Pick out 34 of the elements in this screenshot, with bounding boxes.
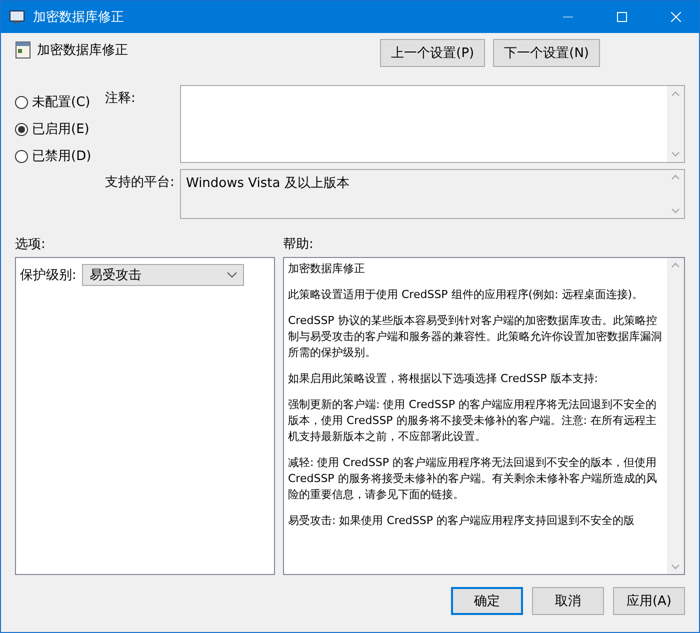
nav-button[interactable]: 下一个设置(N) [493, 39, 600, 67]
platform-label: 支持的平台: [105, 174, 176, 192]
radio-option[interactable]: 已启用(E) [15, 120, 105, 138]
maximize-icon [617, 12, 627, 22]
platform-field: Windows Vista 及以上版本 [180, 169, 685, 219]
comment-field[interactable] [180, 85, 685, 163]
radio-button[interactable] [15, 150, 28, 162]
dialog-button[interactable]: 确定 [451, 587, 523, 615]
dialog-button[interactable]: 应用(A) [613, 587, 685, 615]
options-label: 选项: [15, 236, 46, 254]
radio-button[interactable] [15, 122, 28, 136]
radio-option[interactable]: 已禁用(D) [15, 147, 105, 165]
help-paragraph: 如果启用此策略设置，将根据以下选项选择 CredSSP 版本支持: [288, 371, 600, 387]
chevron-icon [227, 272, 238, 278]
help-paragraph: 强制更新的客户端: 使用 CredSSP 的客户端应用程序将无法回退到不安全的版本，使用 CredSSP 的服务将不接受未修补的客户端。注意: 在所有远程主机支持最新版本之前，不应部署此设置。 [288, 397, 658, 445]
protection-level-dropdown[interactable]: 易受攻击 [82, 264, 244, 286]
scrollbar[interactable] [667, 86, 684, 162]
window-title: 加密数据库修正 [33, 9, 125, 26]
help-paragraph: CredSSP 协议的某些版本容易受到针对客户端的加密数据库攻击。此策略控制与易受攻击的客户端和服务器的兼容性。此策略允许你设置加密数据库漏洞所需的保护级别。 [288, 313, 663, 361]
help-paragraph: 易受攻击: 如果使用 CredSSP 的客户端应用程序支持回退到不安全的版 [288, 513, 636, 529]
comment-label: 注释: [105, 90, 136, 108]
setting-icon [15, 41, 31, 59]
help-label: 帮助: [283, 236, 314, 254]
help-paragraph: 加密数据库修正 [288, 261, 366, 277]
radio-button[interactable] [15, 96, 28, 108]
dialog-button[interactable]: 取消 [532, 587, 604, 615]
help-paragraph: 此策略设置适用于使用 CredSSP 组件的应用程序(例如: 远程桌面连接)。 [288, 287, 644, 303]
protection-level-label: 保护级别: [20, 267, 76, 284]
radio-option[interactable]: 未配置(C) [15, 93, 105, 111]
setting-title: 加密数据库修正 [37, 42, 128, 59]
close-icon [671, 12, 681, 22]
help-paragraph: 减轻: 使用 CredSSP 的客户端应用程序将无法回退到不安全的版本，但使用 CredSSP 的服务将接受未修补的客户端。有关剩余未修补客户端所造成的风险的重要信息，请参见下面的链接。 [288, 455, 658, 503]
scrollbar[interactable] [667, 258, 684, 574]
nav-button[interactable]: 上一个设置(P) [380, 39, 486, 67]
